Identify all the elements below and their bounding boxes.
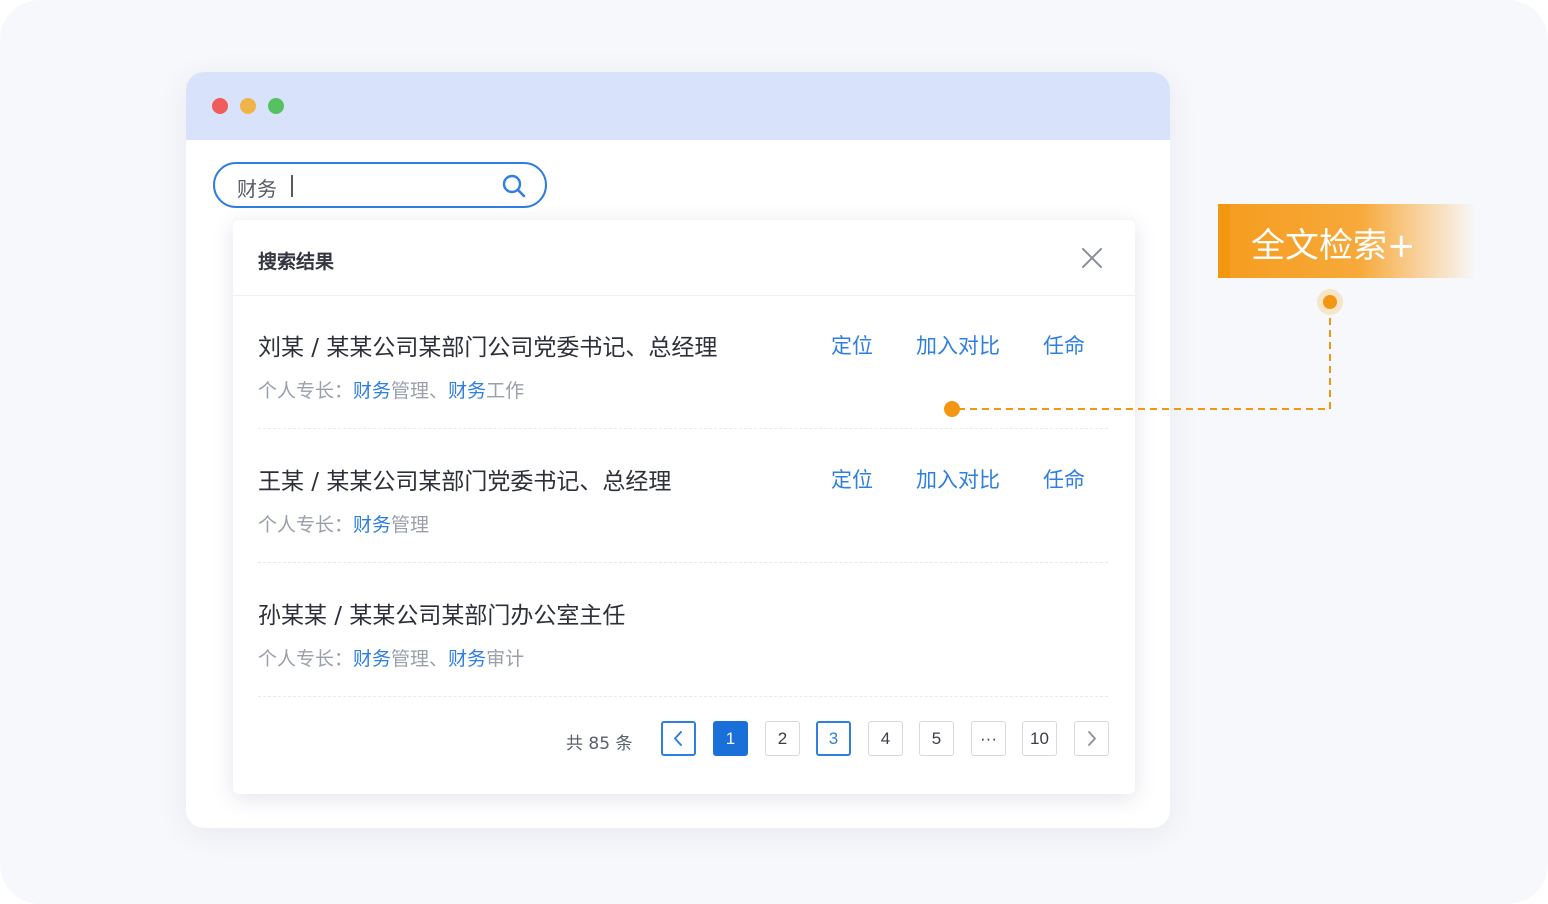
connector-anchor-dot: [1323, 295, 1337, 309]
connector-end-dot: [944, 401, 960, 417]
connector-dashed-line: [958, 318, 1331, 410]
callout-connector: [944, 289, 1343, 417]
background-canvas: 财务 搜索结果 刘某 / 某某公司某部门公司党委书记、总经理 个人专长：财务管理…: [0, 0, 1548, 904]
